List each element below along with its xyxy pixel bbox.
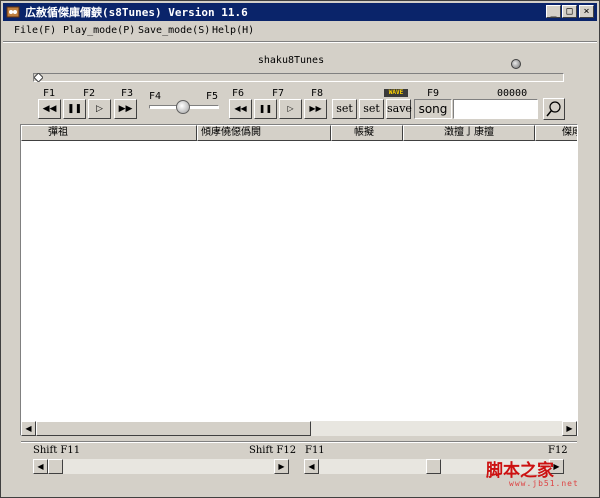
- track-counter: 00000: [497, 88, 528, 99]
- scroll-thumb[interactable]: [36, 421, 311, 436]
- fkey-label: F9: [427, 88, 440, 99]
- search-icon: [546, 101, 561, 117]
- play-button[interactable]: ▷: [88, 99, 111, 119]
- song-label: song: [414, 99, 452, 119]
- maximize-button[interactable]: □: [562, 5, 577, 18]
- play-2-button[interactable]: ▷: [279, 99, 302, 119]
- button-label: ◀◀: [234, 104, 247, 113]
- scroll-left-button[interactable]: ◀: [21, 421, 36, 436]
- set-button-1[interactable]: set: [332, 99, 357, 119]
- left-slider-left-button[interactable]: ◀: [33, 459, 48, 474]
- wave-badge: WAVE: [384, 89, 408, 97]
- scroll-right-button[interactable]: ▶: [562, 421, 577, 436]
- volume-slider-thumb[interactable]: [176, 100, 190, 114]
- prev-2-button[interactable]: ◀◀: [229, 99, 252, 119]
- fkey-label: F2: [83, 88, 96, 99]
- f11-label: F11: [305, 445, 325, 456]
- column-header[interactable]: 帳擬: [331, 125, 403, 141]
- minimize-button[interactable]: _: [546, 5, 561, 18]
- menu-file[interactable]: File(F): [14, 25, 56, 36]
- button-label: ▷: [287, 104, 294, 113]
- left-slider-right-button[interactable]: ▶: [274, 459, 289, 474]
- column-header[interactable]: 彈祖: [21, 125, 197, 141]
- button-label: ❚❚: [258, 104, 273, 113]
- seek-thumb-icon[interactable]: [34, 73, 43, 82]
- menu-save-mode[interactable]: Save_mode(S): [138, 25, 210, 36]
- app-icon: [6, 6, 20, 18]
- right-slider-thumb[interactable]: [426, 459, 441, 474]
- menu-play-mode[interactable]: Play_mode(P): [63, 25, 135, 36]
- watermark-text: 脚本之家: [486, 461, 554, 481]
- next-button[interactable]: ▶▶: [114, 99, 137, 119]
- left-slider-thumb[interactable]: [48, 459, 63, 474]
- save-button[interactable]: save: [386, 99, 412, 119]
- song-name: shaku8Tunes: [257, 55, 325, 66]
- fkey-label: F8: [311, 88, 324, 99]
- window-title: 広赦循傑庫儞斔(s8Tunes) Version 11.6: [25, 6, 248, 19]
- menu-help[interactable]: Help(H): [212, 25, 254, 36]
- seek-bar[interactable]: [33, 73, 564, 82]
- bottom-separator: [21, 441, 577, 443]
- button-label: ▶▶: [309, 104, 322, 113]
- fkey-label: F7: [272, 88, 285, 99]
- fkey-label: F5: [206, 91, 219, 102]
- fkey-label: F6: [232, 88, 245, 99]
- f12-label: F12: [548, 445, 568, 456]
- column-header[interactable]: 傑庨: [535, 125, 577, 141]
- playlist[interactable]: 彈祖 傾庨僥僫僞閧 帳擬 澂擅亅康擅 傑庨: [20, 124, 578, 436]
- left-bottom-slider[interactable]: [33, 459, 289, 474]
- fkey-label: F3: [121, 88, 134, 99]
- title-bar[interactable]: 広赦循傑庫儞斔(s8Tunes) Version 11.6 _ □ ×: [3, 3, 597, 21]
- search-input[interactable]: [453, 99, 538, 119]
- column-header[interactable]: 澂擅亅康擅: [403, 125, 535, 141]
- prev-button[interactable]: ◀◀: [38, 99, 61, 119]
- shift-f12-label: Shift F12: [249, 445, 297, 456]
- main-window: 広赦循傑庫儞斔(s8Tunes) Version 11.6 _ □ × File…: [0, 0, 600, 498]
- right-slider-left-button[interactable]: ◀: [304, 459, 319, 474]
- menu-separator: [3, 41, 597, 43]
- search-button[interactable]: [543, 98, 565, 120]
- watermark-url: www.jb51.net: [509, 479, 579, 488]
- shift-f11-label: Shift F11: [33, 445, 81, 456]
- close-button[interactable]: ×: [579, 5, 594, 18]
- column-header[interactable]: 傾庨僥僫僞閧: [197, 125, 331, 141]
- next-2-button[interactable]: ▶▶: [304, 99, 327, 119]
- status-led-icon: [511, 59, 521, 69]
- menu-bar: File(F) Play_mode(P) Save_mode(S) Help(H…: [3, 22, 597, 40]
- set-button-2[interactable]: set: [359, 99, 384, 119]
- pause-2-button[interactable]: ❚❚: [254, 99, 277, 119]
- pause-button[interactable]: ❚❚: [63, 99, 86, 119]
- fkey-label: F4: [149, 91, 162, 102]
- fkey-label: F1: [43, 88, 56, 99]
